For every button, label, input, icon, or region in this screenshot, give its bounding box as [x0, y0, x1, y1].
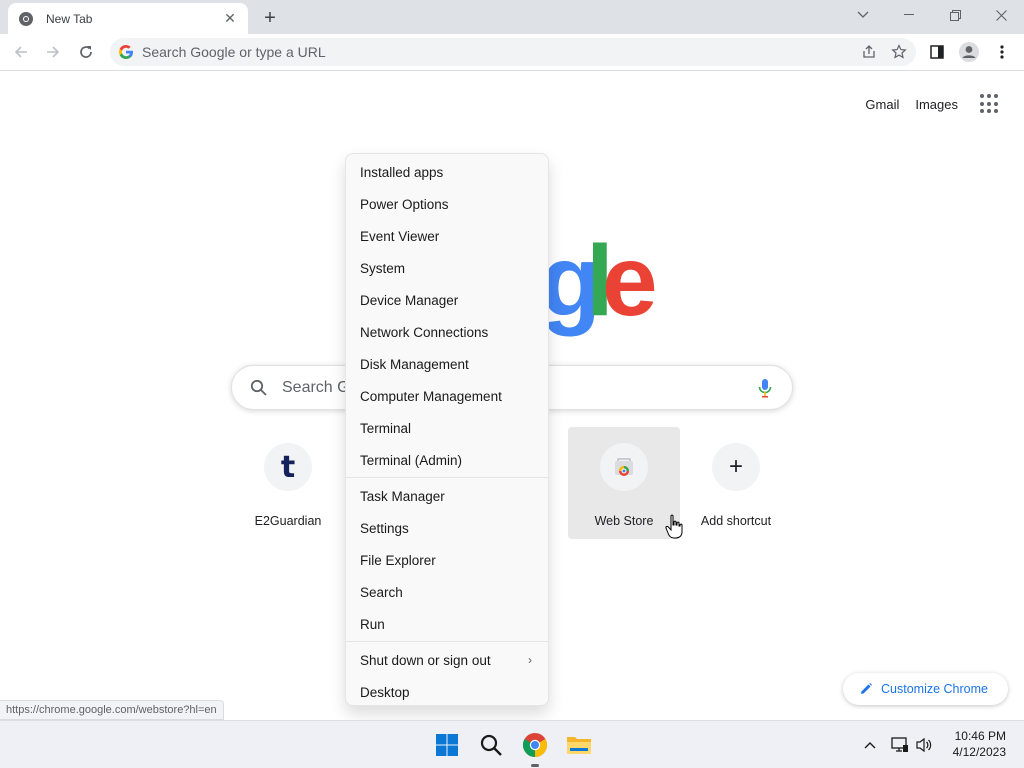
windows-start-icon[interactable] [433, 731, 461, 759]
menu-item-power-options[interactable]: Power Options [346, 188, 548, 220]
menu-separator [346, 477, 548, 478]
tab-close-icon[interactable]: ✕ [222, 10, 238, 27]
hand-cursor-icon [665, 514, 683, 539]
gmail-link[interactable]: Gmail [865, 97, 899, 112]
pencil-icon [861, 683, 872, 694]
reload-icon[interactable] [73, 39, 99, 65]
menu-item-terminal[interactable]: Terminal [346, 412, 548, 444]
tab-new-tab[interactable]: New Tab ✕ [8, 3, 248, 34]
e2guardian-icon: t [264, 443, 312, 491]
clock-date: 4/12/2023 [952, 745, 1006, 759]
share-icon[interactable] [856, 39, 882, 65]
menu-item-computer-management[interactable]: Computer Management [346, 380, 548, 412]
search-icon [250, 379, 267, 396]
windows-taskbar: 10:46 PM 4/12/2023 [0, 720, 1024, 768]
logo-letter-e: e [602, 225, 658, 337]
shortcut-label: Web Store [594, 514, 654, 528]
menu-item-installed-apps[interactable]: Installed apps [346, 156, 548, 188]
menu-item-settings[interactable]: Settings [346, 512, 548, 544]
menu-item-device-manager[interactable]: Device Manager [346, 284, 548, 316]
menu-separator [346, 641, 548, 642]
new-tab-button[interactable]: + [258, 6, 282, 30]
chevron-up-icon[interactable] [860, 741, 880, 749]
taskbar-search-icon[interactable] [477, 731, 505, 759]
kebab-menu-icon[interactable] [989, 39, 1015, 65]
shortcut-e2guardian[interactable]: t E2Guardian [232, 427, 344, 539]
profile-icon[interactable] [956, 39, 982, 65]
webstore-icon [600, 443, 648, 491]
star-icon[interactable] [886, 39, 912, 65]
menu-item-run[interactable]: Run [346, 608, 548, 640]
side-panel-icon[interactable] [924, 39, 950, 65]
browser-titlebar: New Tab ✕ + [0, 0, 1024, 34]
menu-item-network-connections[interactable]: Network Connections [346, 316, 548, 348]
taskbar-chrome-icon[interactable] [521, 731, 549, 759]
menu-item-search[interactable]: Search [346, 576, 548, 608]
minimize-icon[interactable] [894, 4, 924, 26]
microphone-icon[interactable] [758, 378, 772, 398]
winx-context-menu: Installed apps Power Options Event Viewe… [345, 153, 549, 706]
shortcut-label: Add shortcut [700, 514, 772, 528]
menu-item-label: Shut down or sign out [360, 652, 491, 668]
menu-item-desktop[interactable]: Desktop [346, 676, 548, 708]
menu-item-terminal-admin[interactable]: Terminal (Admin) [346, 444, 548, 476]
menu-item-file-explorer[interactable]: File Explorer [346, 544, 548, 576]
chrome-icon [18, 11, 34, 27]
status-bar-url: https://chrome.google.com/webstore?hl=en [0, 700, 224, 720]
chrome-running-indicator [531, 764, 539, 767]
browser-toolbar: Search Google or type a URL [0, 34, 1024, 71]
taskbar-clock[interactable]: 10:46 PM 4/12/2023 [953, 728, 1006, 760]
menu-item-system[interactable]: System [346, 252, 548, 284]
file-explorer-icon[interactable] [565, 731, 593, 759]
customize-chrome-label: Customize Chrome [881, 682, 988, 696]
menu-item-event-viewer[interactable]: Event Viewer [346, 220, 548, 252]
window-close-icon[interactable] [986, 4, 1016, 26]
restore-icon[interactable] [940, 4, 970, 26]
system-tray [860, 721, 934, 768]
customize-chrome-button[interactable]: Customize Chrome [843, 673, 1008, 705]
shortcut-label: E2Guardian [254, 514, 322, 528]
clock-time: 10:46 PM [954, 729, 1006, 743]
omnibox[interactable]: Search Google or type a URL [110, 38, 916, 66]
google-g-icon [119, 45, 133, 59]
add-icon: + [712, 443, 760, 491]
top-links: Gmail Images [849, 94, 1000, 114]
network-icon[interactable] [890, 737, 910, 753]
menu-item-disk-management[interactable]: Disk Management [346, 348, 548, 380]
forward-arrow-icon[interactable] [40, 39, 66, 65]
menu-item-shut-down[interactable]: Shut down or sign out › [346, 644, 548, 676]
google-apps-icon[interactable] [980, 94, 1000, 114]
omnibox-placeholder: Search Google or type a URL [142, 44, 326, 60]
shortcut-add[interactable]: + Add shortcut [680, 427, 792, 539]
submenu-chevron-icon: › [528, 653, 532, 667]
back-arrow-icon[interactable] [8, 39, 34, 65]
volume-icon[interactable] [914, 737, 934, 753]
menu-item-task-manager[interactable]: Task Manager [346, 480, 548, 512]
images-link[interactable]: Images [915, 97, 958, 112]
tab-search-chevron-down-icon[interactable] [848, 4, 878, 26]
tab-title: New Tab [46, 11, 93, 26]
